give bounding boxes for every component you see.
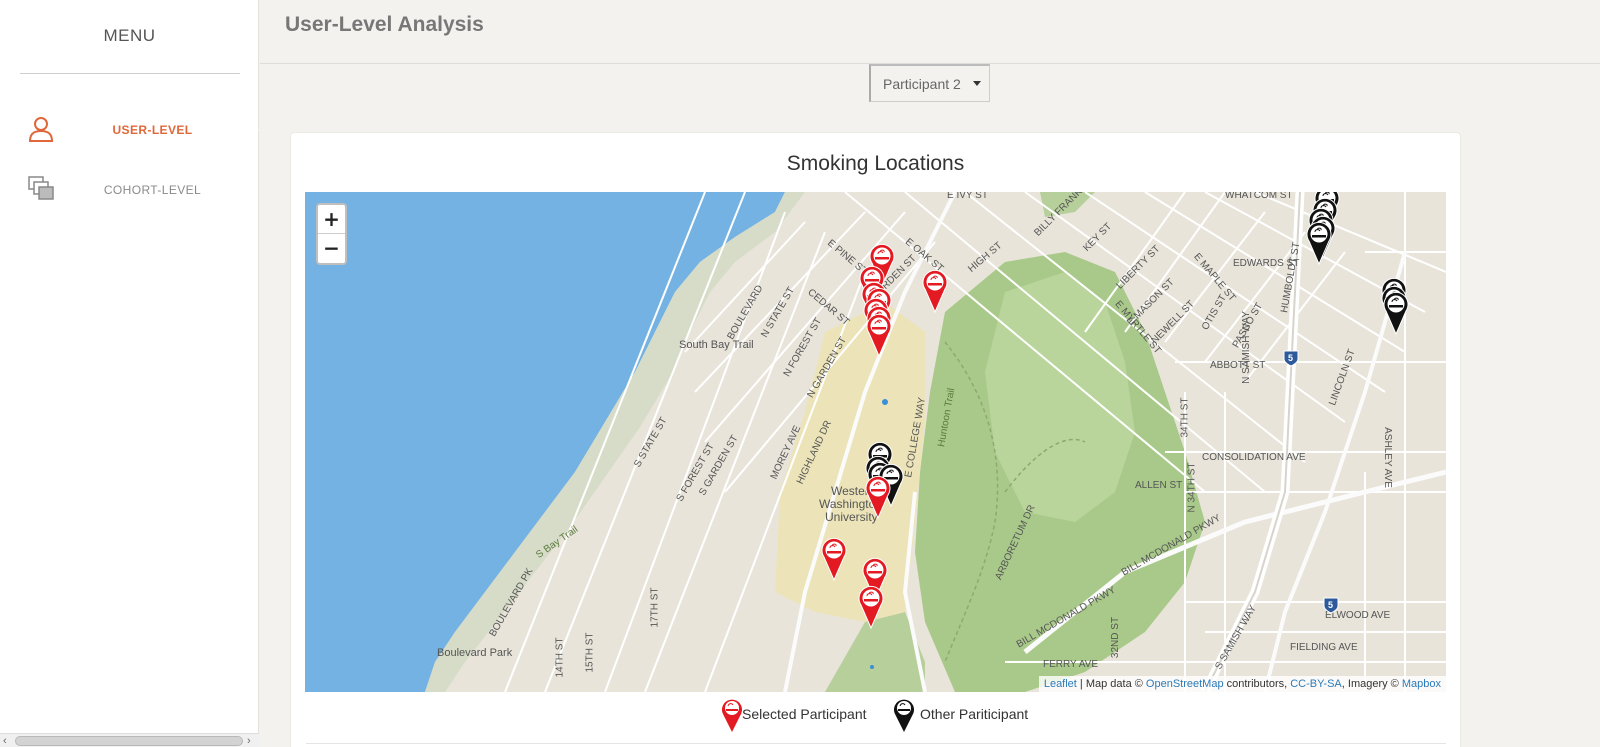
zoom-out-button[interactable]: − [318,234,345,263]
selected-participant-marker[interactable] [866,313,892,358]
sidebar-item-cohort-level[interactable]: COHORT-LEVEL [0,168,259,212]
page-header: User-Level Analysis [260,0,1600,64]
card-title: Smoking Locations [786,152,965,175]
selected-participant-marker[interactable] [865,475,891,520]
user-icon [28,117,54,142]
attribution-text: , Imagery © [1341,678,1402,690]
zoom-control: + − [316,203,347,265]
layers-icon [28,176,54,200]
selected-participant-marker[interactable] [922,269,948,314]
license-link[interactable]: CC-BY-SA [1290,678,1342,690]
mapbox-link[interactable]: Mapbox [1402,678,1441,690]
red-pin-icon [722,699,742,732]
participant-select-value: Participant 2 [883,76,961,92]
attribution-text: contributors, [1223,678,1291,690]
sidebar-item-label: USER-LEVEL [112,123,193,137]
map-attribution: Leaflet | Map data © OpenStreetMap contr… [1038,676,1446,692]
other-participant-marker[interactable] [1306,221,1332,266]
map[interactable]: South Bay Trail Boulevard Park Western W… [305,192,1446,692]
card-divider [306,743,1446,744]
menu-divider [20,73,240,74]
selected-participant-marker[interactable] [821,537,847,582]
osm-link[interactable]: OpenStreetMap [1146,678,1224,690]
menu-title: MENU [103,26,156,45]
sidebar-item-label: COHORT-LEVEL [103,183,202,197]
leaflet-link[interactable]: Leaflet [1044,678,1077,690]
page-title: User-Level Analysis [285,13,484,36]
zoom-in-button[interactable]: + [318,205,345,234]
legend-label-selected: Selected Participant [742,706,867,722]
active-indicator [242,116,259,144]
black-pin-icon [894,699,914,732]
horizontal-scrollbar[interactable]: ‹ › [0,733,259,747]
attribution-text: | Map data © [1076,678,1146,690]
scrollbar-thumb[interactable] [15,736,243,746]
caret-down-icon [973,81,981,86]
participant-select[interactable]: Participant 2 [869,64,990,102]
sidebar-item-user-level[interactable]: USER-LEVEL [0,108,259,152]
sidebar: MENU USER-LEVEL COHORT-LEVEL ‹ › [0,0,259,747]
markers-layer [821,192,1409,630]
scroll-left-icon[interactable]: ‹ [3,734,7,747]
legend-label-other: Other Pariticipant [920,706,1029,722]
selected-participant-marker[interactable] [858,585,884,630]
other-participant-marker[interactable] [1383,291,1409,336]
scroll-right-icon[interactable]: › [247,734,251,747]
